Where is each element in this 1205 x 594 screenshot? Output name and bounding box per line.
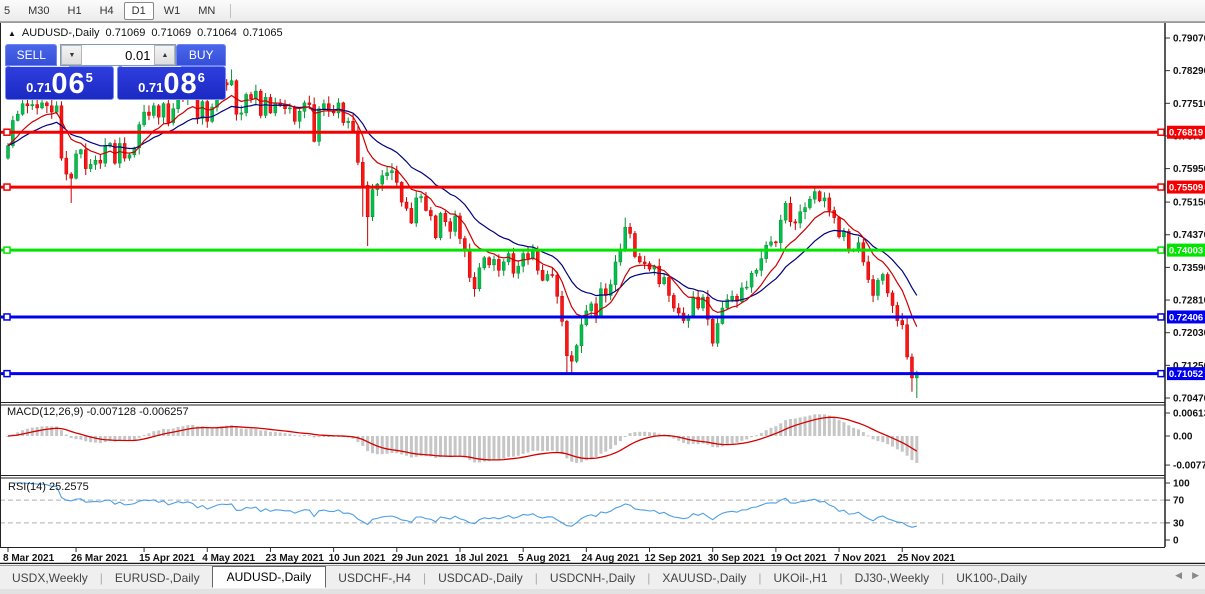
svg-text:0: 0: [1173, 536, 1179, 547]
timeframe-button-w1[interactable]: W1: [156, 2, 189, 20]
timeframe-button-h4[interactable]: H4: [92, 2, 122, 20]
svg-text:-0.00775: -0.00775: [1173, 461, 1205, 472]
chart-tab-bar: USDX,Weekly | EURUSD-,Daily AUDUSD-,Daily US…: [0, 565, 1205, 590]
sell-button[interactable]: SELL: [5, 44, 58, 66]
svg-text:15 Apr 2021: 15 Apr 2021: [139, 553, 195, 564]
svg-text:0.00: 0.00: [1173, 432, 1193, 443]
chart-tab-ukoil-h1[interactable]: UKOil-,H1: [762, 568, 840, 588]
bid-price-pip: 5: [85, 70, 93, 85]
svg-text:19 Oct 2021: 19 Oct 2021: [771, 553, 827, 564]
volume-up-button[interactable]: ▲: [154, 45, 176, 65]
macd-indicator-label: MACD(12,26,9) -0.007128 -0.006257: [7, 406, 189, 418]
svg-text:29 Jun 2021: 29 Jun 2021: [392, 553, 449, 564]
timeframe-button-d1[interactable]: D1: [123, 1, 154, 20]
ask-price-main: 08: [163, 68, 198, 100]
svg-text:100: 100: [1173, 479, 1190, 490]
svg-text:5 Aug 2021: 5 Aug 2021: [518, 553, 571, 564]
bid-price-main: 06: [51, 68, 86, 100]
timeframe-button-m30[interactable]: M30: [20, 2, 57, 20]
tab-scroll-right-icon[interactable]: ▶: [1192, 570, 1199, 581]
svg-text:0.75950: 0.75950: [1173, 164, 1205, 175]
svg-text:0.72406: 0.72406: [1169, 312, 1203, 323]
svg-text:12 Sep 2021: 12 Sep 2021: [645, 553, 703, 564]
timeframe-button-mn[interactable]: MN: [190, 2, 223, 20]
svg-text:0.75150: 0.75150: [1173, 198, 1205, 209]
bid-price-prefix: 0.71: [26, 80, 52, 95]
svg-text:10 Jun 2021: 10 Jun 2021: [329, 553, 386, 564]
chart-tab-usdx-weekly[interactable]: USDX,Weekly: [0, 568, 100, 588]
svg-text:0.70470: 0.70470: [1173, 393, 1205, 404]
one-click-trade-widget: SELL ▼ 0.01 ▲ BUY 0.71 06 5 0.71 08 6: [5, 44, 226, 102]
chart-title: ▲ AUDUSD-,Daily 0.71069 0.71069 0.71064 …: [8, 27, 283, 39]
svg-text:8 Mar 2021: 8 Mar 2021: [3, 553, 55, 564]
svg-text:26 Mar 2021: 26 Mar 2021: [71, 553, 128, 564]
chart-tab-uk100-daily[interactable]: UK100-,Daily: [944, 568, 1039, 588]
ask-price-prefix: 0.71: [138, 80, 164, 95]
collapse-arrow-icon[interactable]: ▲: [8, 29, 16, 38]
chart-tab-dj30-weekly[interactable]: DJ30-,Weekly: [843, 568, 941, 588]
timeframe-toolbar: 5 M30 H1 H4 D1 W1 MN: [0, 0, 1205, 22]
chart-canvas[interactable]: 0.790700.782900.775100.767300.759500.751…: [0, 22, 1205, 564]
svg-text:23 May 2021: 23 May 2021: [265, 553, 324, 564]
svg-text:25 Nov 2021: 25 Nov 2021: [897, 553, 955, 564]
svg-text:0.77510: 0.77510: [1173, 99, 1205, 110]
svg-text:0.006132: 0.006132: [1173, 409, 1205, 420]
volume-down-button[interactable]: ▼: [61, 45, 83, 65]
ohlc-open: 0.71069: [105, 27, 146, 39]
volume-input[interactable]: 0.01: [82, 45, 154, 65]
svg-text:0.72030: 0.72030: [1173, 328, 1205, 339]
chart-tab-eurusd-daily[interactable]: EURUSD-,Daily: [103, 568, 212, 588]
rsi-indicator-label: RSI(14) 25.2575: [8, 481, 89, 493]
status-strip: [0, 589, 1205, 594]
svg-text:30: 30: [1173, 518, 1185, 529]
svg-text:0.74003: 0.74003: [1169, 246, 1203, 257]
svg-text:0.78290: 0.78290: [1173, 66, 1205, 77]
chart-symbol-label: AUDUSD-,Daily: [21, 27, 100, 39]
svg-text:30 Sep 2021: 30 Sep 2021: [708, 553, 766, 564]
svg-text:0.73590: 0.73590: [1173, 263, 1205, 274]
ask-price-box[interactable]: 0.71 08 6: [117, 66, 226, 100]
svg-text:4 May 2021: 4 May 2021: [202, 553, 255, 564]
svg-text:7 Nov 2021: 7 Nov 2021: [834, 553, 887, 564]
chart-tab-usdchf-h4[interactable]: USDCHF-,H4: [326, 568, 423, 588]
chart-tab-xauusd-daily[interactable]: XAUUSD-,Daily: [650, 568, 758, 588]
chart-window[interactable]: 0.790700.782900.775100.767300.759500.751…: [0, 22, 1205, 564]
tab-scroll-nav: ◀ ▶: [1175, 570, 1199, 581]
chart-tab-usdcad-daily[interactable]: USDCAD-,Daily: [426, 568, 535, 588]
svg-text:0.76819: 0.76819: [1169, 128, 1203, 139]
toolbar-separator: [230, 3, 232, 18]
svg-text:0.71052: 0.71052: [1169, 369, 1203, 380]
ohlc-close: 0.71065: [242, 27, 283, 39]
svg-text:0.72810: 0.72810: [1173, 296, 1205, 307]
volume-spinner: ▼ 0.01 ▲: [60, 44, 177, 66]
ask-price-pip: 6: [197, 70, 205, 85]
svg-text:0.79070: 0.79070: [1173, 34, 1205, 45]
ohlc-high: 0.71069: [151, 27, 192, 39]
svg-text:0.75509: 0.75509: [1169, 183, 1203, 194]
timeframe-button-5[interactable]: 5: [0, 2, 18, 20]
svg-text:24 Aug 2021: 24 Aug 2021: [581, 553, 639, 564]
svg-text:18 Jul 2021: 18 Jul 2021: [455, 553, 509, 564]
tab-scroll-left-icon[interactable]: ◀: [1175, 570, 1182, 581]
buy-button[interactable]: BUY: [176, 44, 226, 66]
svg-text:0.74370: 0.74370: [1173, 230, 1205, 241]
svg-text:70: 70: [1173, 496, 1185, 507]
chart-tab-usdcnh-daily[interactable]: USDCNH-,Daily: [538, 568, 647, 588]
timeframe-button-h1[interactable]: H1: [60, 2, 90, 20]
ohlc-low: 0.71064: [197, 27, 237, 39]
chart-tab-audusd-daily[interactable]: AUDUSD-,Daily: [211, 566, 327, 588]
bid-price-box[interactable]: 0.71 06 5: [5, 66, 114, 100]
